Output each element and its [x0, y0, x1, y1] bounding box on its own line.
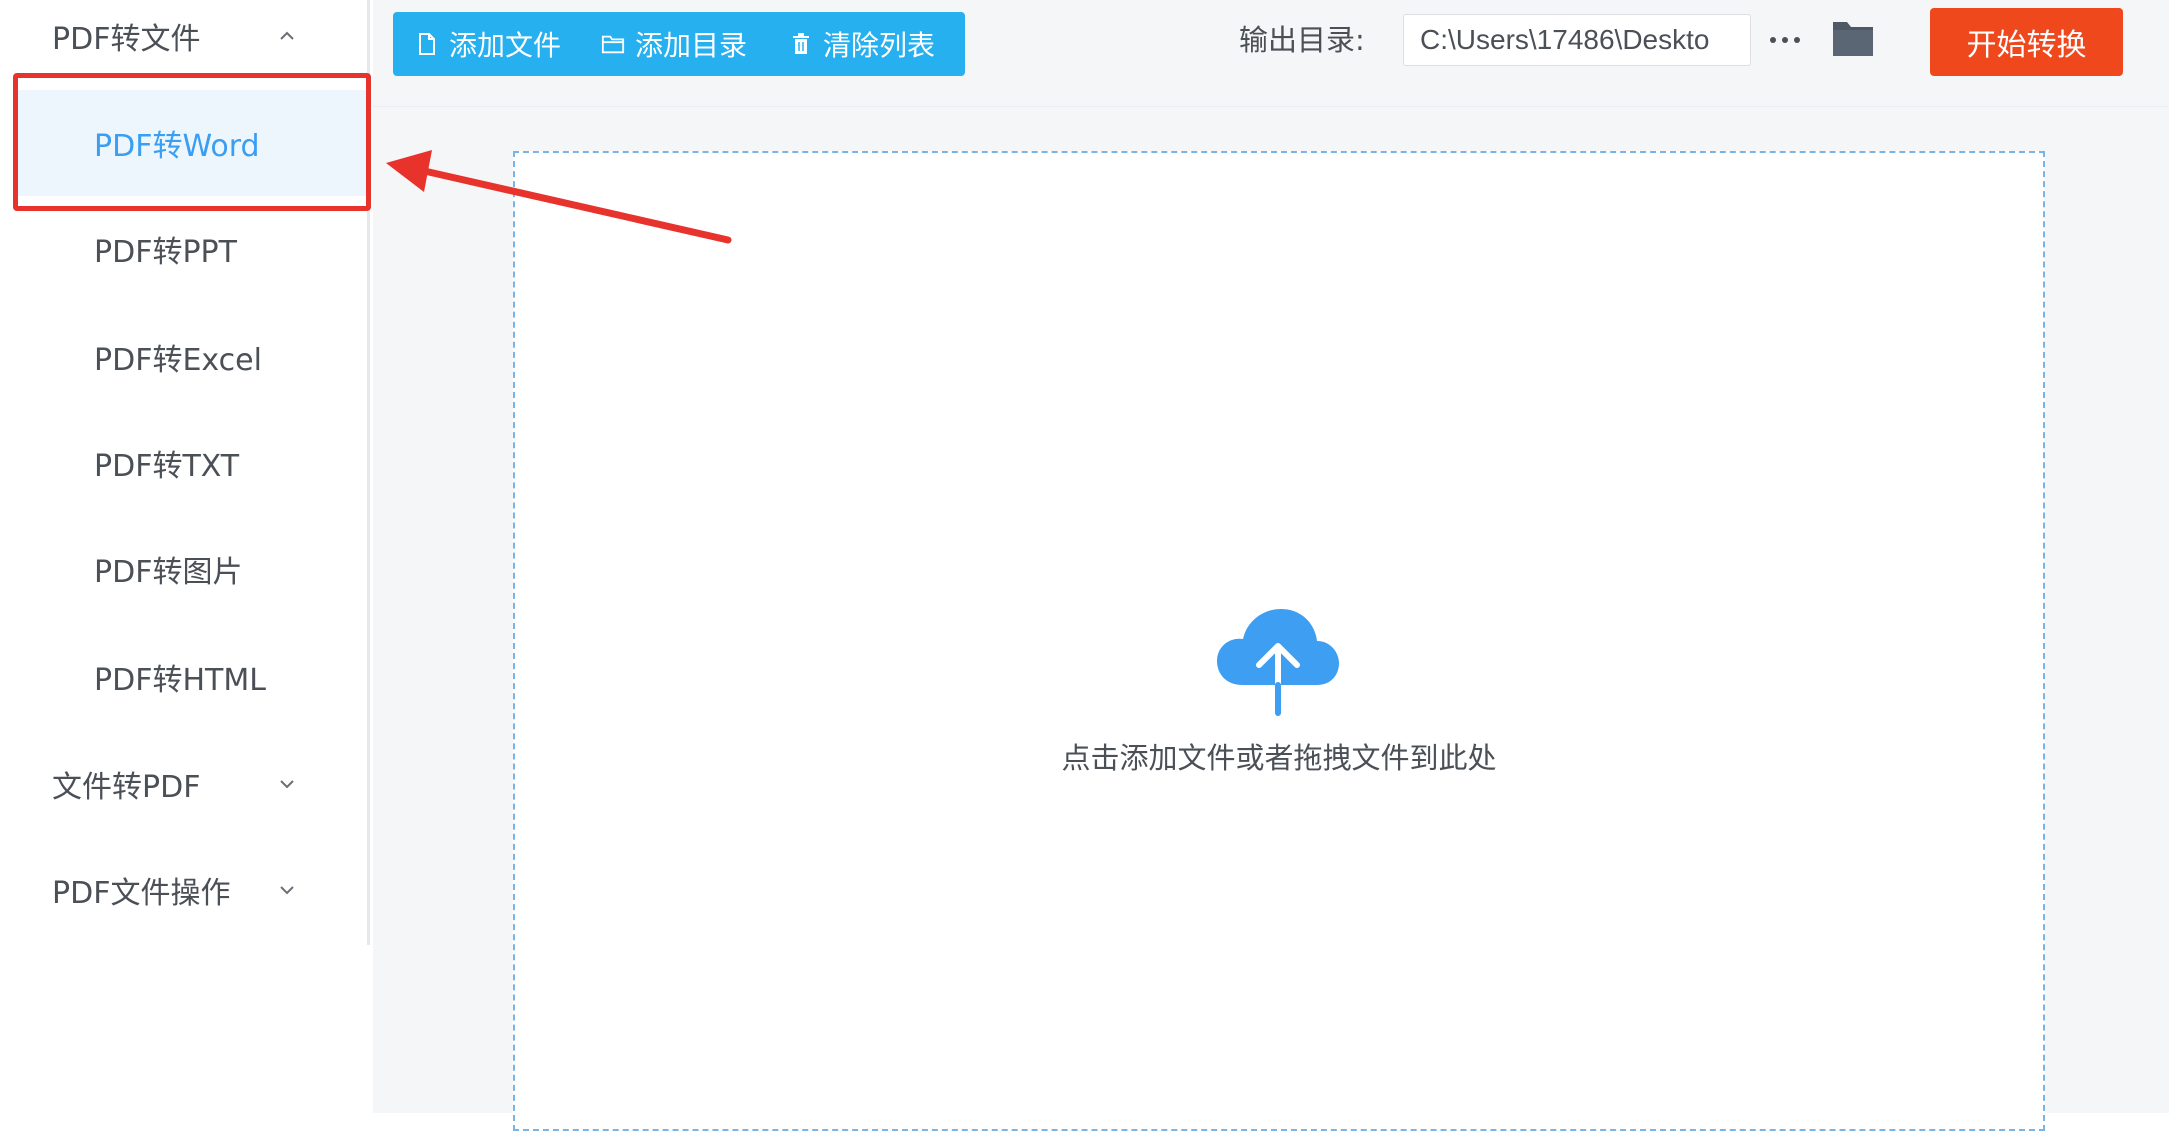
add-folder-button[interactable]: 添加目录: [601, 12, 747, 76]
folder-outline-icon: [601, 30, 625, 58]
sidebar-item-label: PDF转TXT: [94, 449, 240, 484]
start-convert-button[interactable]: 开始转换: [1930, 8, 2123, 76]
sidebar-item-label: PDF转图片: [94, 555, 243, 590]
folder-icon[interactable]: [1829, 16, 1879, 60]
file-icon: [415, 30, 439, 58]
sidebar-group-label: 文件转PDF: [52, 770, 201, 805]
chevron-down-icon: [272, 769, 302, 799]
sidebar-item-label: PDF转Excel: [94, 343, 262, 378]
sidebar-item-pdf-to-image[interactable]: PDF转图片: [15, 516, 369, 622]
output-dir-label: 输出目录:: [1239, 23, 1365, 57]
sidebar-item-label: PDF转PPT: [94, 235, 237, 270]
sidebar-item-pdf-to-word[interactable]: PDF转Word: [15, 90, 369, 196]
sidebar-item-pdf-to-html[interactable]: PDF转HTML: [15, 624, 369, 730]
sidebar-item-pdf-to-txt[interactable]: PDF转TXT: [15, 410, 369, 516]
file-action-group: 添加文件 添加目录 清除列表: [393, 12, 965, 76]
sidebar-group-file-to-pdf[interactable]: 文件转PDF: [0, 748, 370, 820]
clear-list-button[interactable]: 清除列表: [789, 12, 935, 76]
sidebar-item-label: PDF转Word: [94, 129, 260, 164]
sidebar-item-label: PDF转HTML: [94, 663, 266, 698]
chevron-up-icon: [272, 21, 302, 51]
sidebar-item-pdf-to-ppt[interactable]: PDF转PPT: [15, 196, 369, 302]
chevron-down-icon: [272, 875, 302, 905]
sidebar: PDF转文件 PDF转Word PDF转PPT PDF转Excel PDF转TX…: [0, 0, 370, 945]
toolbar: 添加文件 添加目录 清除列表 输出目录: C:\Users\17486\Desk…: [373, 0, 2169, 107]
drop-zone-hint: 点击添加文件或者拖拽文件到此处: [1061, 741, 1497, 775]
sidebar-group-label: PDF转文件: [52, 22, 201, 57]
main-panel: 添加文件 添加目录 清除列表 输出目录: C:\Users\17486\Desk…: [373, 0, 2169, 1131]
trash-icon: [789, 30, 813, 58]
sidebar-group-pdf-to-file[interactable]: PDF转文件: [0, 0, 370, 72]
sidebar-item-pdf-to-excel[interactable]: PDF转Excel: [15, 304, 369, 410]
clear-list-label: 清除列表: [823, 29, 936, 62]
file-drop-zone[interactable]: 点击添加文件或者拖拽文件到此处: [513, 151, 2045, 1131]
sidebar-group-pdf-operations[interactable]: PDF文件操作: [0, 854, 370, 926]
more-options-button[interactable]: [1765, 20, 1805, 60]
output-dir-input[interactable]: [1403, 14, 1751, 66]
add-file-button[interactable]: 添加文件: [415, 12, 561, 76]
add-file-label: 添加文件: [449, 29, 562, 62]
sidebar-group-label: PDF文件操作: [52, 876, 231, 911]
cloud-upload-icon: [1213, 603, 1343, 723]
add-folder-label: 添加目录: [635, 29, 748, 62]
